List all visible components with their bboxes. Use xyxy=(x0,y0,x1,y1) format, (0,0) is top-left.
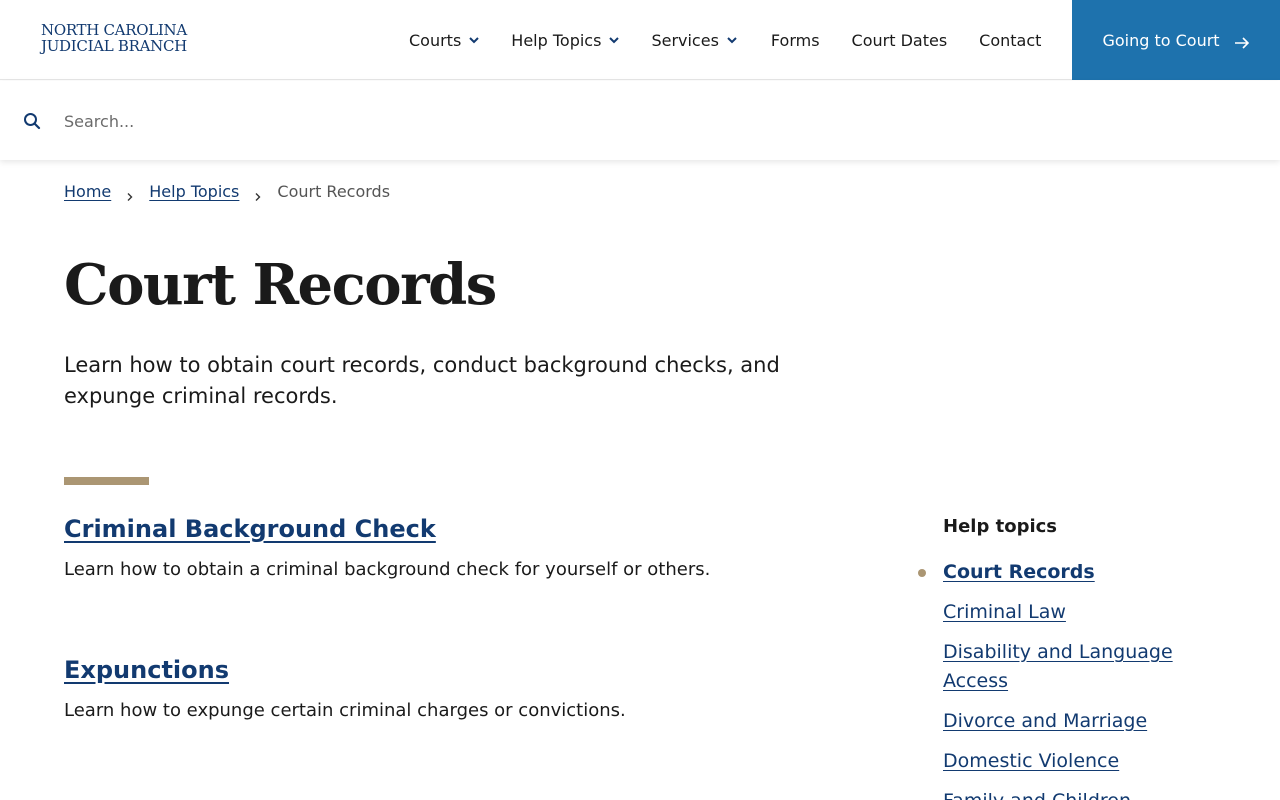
logo-line-2: JUDICIAL BRANCH xyxy=(41,37,187,55)
sidebar-item-domestic-violence: Domestic Violence xyxy=(943,747,1243,776)
sidebar-link-disability[interactable]: Disability and Language Access xyxy=(943,641,1173,692)
chevron-right-icon xyxy=(125,187,135,201)
card-title-criminal-background-check[interactable]: Criminal Background Check xyxy=(64,515,436,543)
nav-court-dates-label: Court Dates xyxy=(851,30,948,50)
site-header: NORTH CAROLINA JUDICIAL BRANCH Courts He… xyxy=(0,0,1280,80)
page-title: Court Records xyxy=(64,252,497,318)
going-to-court-label: Going to Court xyxy=(1102,30,1220,50)
sidebar-link-criminal-law[interactable]: Criminal Law xyxy=(943,601,1066,623)
breadcrumb-home[interactable]: Home xyxy=(64,182,111,201)
nav-contact-label: Contact xyxy=(979,30,1042,50)
breadcrumb: Home Help Topics Court Records xyxy=(64,182,390,201)
topic-card: Criminal Background Check Learn how to o… xyxy=(64,515,864,580)
sidebar-item-divorce: Divorce and Marriage xyxy=(943,707,1243,736)
nav-services-label: Services xyxy=(651,30,719,50)
sidebar-link-family-children[interactable]: Family and Children xyxy=(943,790,1131,800)
breadcrumb-help-topics[interactable]: Help Topics xyxy=(149,182,239,201)
nav-contact[interactable]: Contact xyxy=(979,31,1041,50)
nav-help-topics[interactable]: Help Topics xyxy=(511,31,621,50)
search-icon[interactable] xyxy=(23,112,41,130)
sidebar-item-disability: Disability and Language Access xyxy=(943,638,1243,696)
nav-courts[interactable]: Courts xyxy=(409,31,481,50)
sidebar-link-domestic-violence[interactable]: Domestic Violence xyxy=(943,750,1119,772)
site-logo[interactable]: NORTH CAROLINA JUDICIAL BRANCH xyxy=(41,22,187,54)
sidebar-item-criminal-law: Criminal Law xyxy=(943,598,1243,627)
search-bar xyxy=(0,81,1280,160)
card-title-expunctions[interactable]: Expunctions xyxy=(64,656,229,684)
sidebar-heading: Help topics xyxy=(943,516,1058,537)
sidebar-link-divorce[interactable]: Divorce and Marriage xyxy=(943,710,1147,732)
chevron-down-icon xyxy=(607,33,621,47)
card-description: Learn how to expunge certain criminal ch… xyxy=(64,700,626,721)
going-to-court-button[interactable]: Going to Court xyxy=(1072,0,1280,80)
page-lede: Learn how to obtain court records, condu… xyxy=(64,353,780,408)
nav-courts-label: Courts xyxy=(409,30,462,50)
nav-forms-label: Forms xyxy=(770,30,820,50)
nav-court-dates[interactable]: Court Dates xyxy=(852,31,948,50)
sidebar-link-court-records[interactable]: Court Records xyxy=(943,561,1095,583)
sidebar-item-family-children: Family and Children xyxy=(943,787,1243,800)
sidebar-item-court-records: Court Records xyxy=(918,558,1243,587)
chevron-down-icon xyxy=(467,33,481,47)
nav-services[interactable]: Services xyxy=(651,31,738,50)
breadcrumb-current: Court Records xyxy=(277,182,391,201)
chevron-down-icon xyxy=(725,33,739,47)
accent-divider xyxy=(64,477,149,485)
logo-line-1: NORTH CAROLINA xyxy=(41,21,187,39)
card-description: Learn how to obtain a criminal backgroun… xyxy=(64,559,711,580)
sidebar-topic-list: Court Records Criminal Law Disability an… xyxy=(918,558,1243,800)
search-input[interactable] xyxy=(64,107,1214,135)
nav-forms[interactable]: Forms xyxy=(771,31,820,50)
arrow-right-icon xyxy=(1234,34,1250,49)
chevron-right-icon xyxy=(253,187,263,201)
topic-card: Expunctions Learn how to expunge certain… xyxy=(64,656,864,721)
main-nav: Courts Help Topics Services Forms Court … xyxy=(409,0,1041,80)
nav-help-topics-label: Help Topics xyxy=(511,30,602,50)
